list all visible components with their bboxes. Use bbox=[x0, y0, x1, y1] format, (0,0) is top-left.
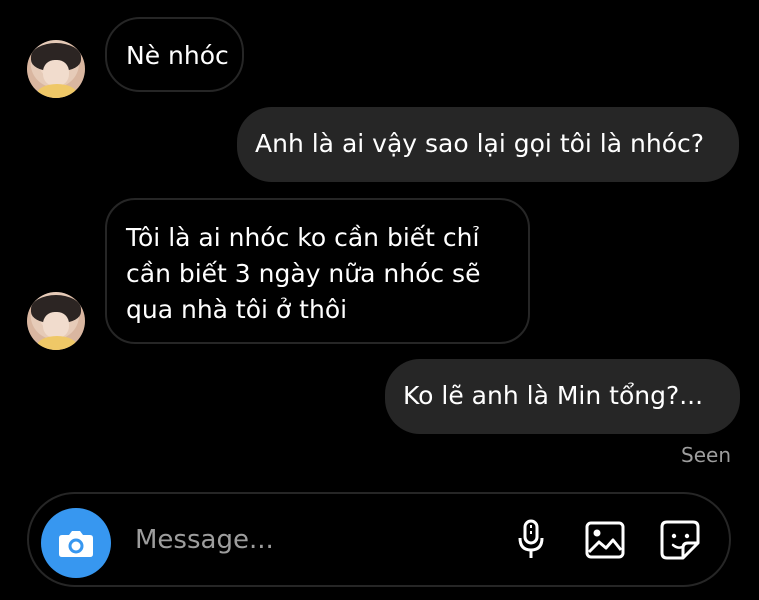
avatar-face bbox=[43, 60, 69, 86]
message-text: Nè nhóc bbox=[126, 41, 229, 70]
avatar-shirt bbox=[37, 84, 77, 98]
microphone-button[interactable] bbox=[507, 516, 555, 564]
gallery-button[interactable] bbox=[581, 516, 629, 564]
message-text: Ko lẽ anh là Min tổng?... bbox=[403, 381, 704, 410]
message-bubble-outgoing[interactable]: Ko lẽ anh là Min tổng?... bbox=[385, 359, 740, 434]
message-bubble-outgoing[interactable]: Anh là ai vậy sao lại gọi tôi là nhóc? bbox=[237, 107, 739, 182]
message-composer bbox=[27, 492, 731, 587]
message-line: Tôi là ai nhóc ko cần biết chỉ bbox=[126, 223, 480, 252]
camera-button[interactable] bbox=[41, 508, 111, 578]
message-line: cần biết 3 ngày nữa nhóc sẽ bbox=[126, 259, 481, 288]
message-text: Anh là ai vậy sao lại gọi tôi là nhóc? bbox=[255, 129, 705, 158]
avatar-shirt bbox=[37, 336, 77, 350]
microphone-icon bbox=[518, 519, 544, 558]
message-bubble-incoming[interactable]: Nè nhóc bbox=[105, 17, 244, 92]
avatar[interactable] bbox=[27, 40, 85, 98]
message-line: qua nhà tôi ở thôi bbox=[126, 295, 348, 324]
image-icon bbox=[585, 521, 625, 559]
avatar[interactable] bbox=[27, 292, 85, 350]
message-input[interactable] bbox=[133, 514, 487, 566]
avatar-face bbox=[43, 312, 69, 338]
sticker-button[interactable] bbox=[656, 516, 704, 564]
message-bubble-incoming[interactable]: Tôi là ai nhóc ko cần biết chỉ cần biết … bbox=[105, 198, 530, 344]
camera-icon bbox=[59, 531, 93, 557]
seen-status: Seen bbox=[681, 443, 731, 467]
sticker-icon bbox=[660, 520, 700, 560]
